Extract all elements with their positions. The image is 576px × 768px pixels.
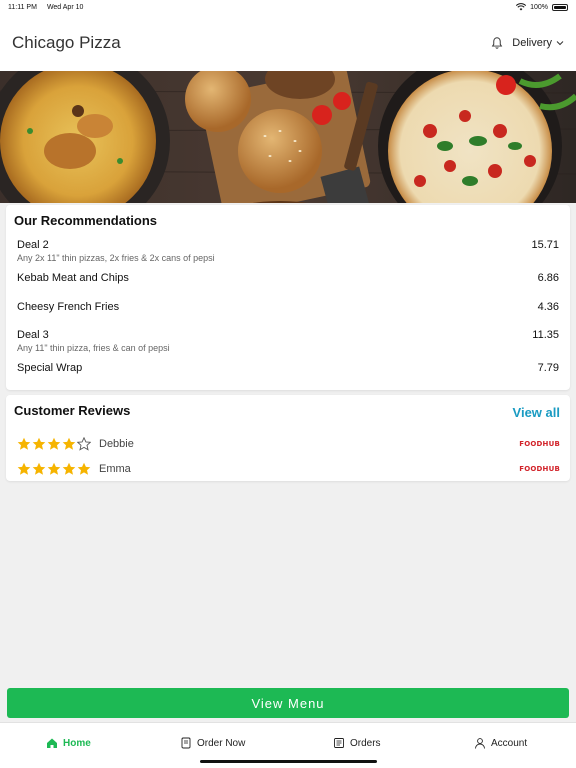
nav-account[interactable]: Account: [474, 737, 527, 749]
app-header: Chicago Pizza Delivery: [0, 14, 576, 71]
battery-percent: 100%: [530, 3, 548, 11]
reviews-title: Customer Reviews: [14, 403, 131, 418]
battery-icon: [552, 3, 568, 11]
recommendations-card: Our Recommendations Deal 2 Any 2x 11" th…: [6, 205, 570, 390]
item-description: Any 2x 11" thin pizzas, 2x fries & 2x ca…: [17, 253, 215, 263]
reviewer-name: Debbie: [99, 438, 134, 450]
list-item[interactable]: Cheesy French Fries 4.36: [17, 301, 559, 313]
wifi-icon: [516, 3, 527, 11]
item-price: 6.86: [537, 272, 559, 284]
receipt-icon: [334, 738, 344, 748]
star-empty-icon: [77, 437, 91, 451]
item-name: Deal 3: [17, 329, 49, 341]
star-rating: [17, 437, 91, 451]
view-menu-button[interactable]: View Menu: [7, 688, 569, 718]
star-filled-icon: [17, 437, 31, 450]
order-icon: [181, 737, 191, 749]
nav-order-now-label: Order Now: [197, 737, 246, 749]
home-indicator[interactable]: [200, 760, 377, 763]
item-name: Kebab Meat and Chips: [17, 272, 129, 284]
item-name: Cheesy French Fries: [17, 301, 120, 313]
item-price: 7.79: [537, 362, 559, 374]
list-item[interactable]: Deal 2 Any 2x 11" thin pizzas, 2x fries …: [17, 239, 559, 263]
item-description: Any 11" thin pizza, fries & can of pepsi: [17, 343, 170, 353]
review-row[interactable]: Emma FOODHUB: [17, 461, 560, 477]
bell-icon[interactable]: [490, 36, 504, 50]
item-price: 15.71: [531, 239, 559, 251]
nav-account-label: Account: [491, 737, 528, 749]
nav-orders[interactable]: Orders: [333, 737, 381, 749]
status-left: 11:11 PM Wed Apr 10: [8, 4, 83, 11]
item-name: Deal 2: [17, 239, 49, 251]
list-item[interactable]: Special Wrap 7.79: [17, 362, 559, 374]
nav-home[interactable]: Home: [46, 737, 91, 749]
delivery-label: Delivery: [512, 36, 552, 49]
status-bar: 11:11 PM Wed Apr 10 100%: [0, 0, 576, 14]
star-rating: [17, 462, 91, 476]
star-filled-icon: [17, 462, 31, 475]
customer-reviews-card: Customer Reviews View all Debbie FOODHUB…: [6, 395, 570, 481]
battery-level: [554, 5, 566, 9]
star-filled-icon: [62, 437, 76, 450]
list-item[interactable]: Deal 3 Any 11" thin pizza, fries & can o…: [17, 329, 559, 353]
home-icon: [47, 738, 57, 748]
star-filled-icon: [32, 462, 46, 475]
item-name: Special Wrap: [17, 362, 83, 374]
review-row[interactable]: Debbie FOODHUB: [17, 436, 560, 452]
foodhub-logo: FOODHUB: [519, 440, 560, 448]
list-item[interactable]: Kebab Meat and Chips 6.86: [17, 272, 559, 284]
delivery-dropdown[interactable]: Delivery: [512, 37, 564, 49]
page-title: Chicago Pizza: [12, 32, 121, 52]
nav-home-label: Home: [63, 737, 91, 749]
star-filled-icon: [77, 462, 91, 475]
hero-banner-image: [0, 71, 576, 203]
status-right: 100%: [516, 3, 568, 11]
view-all-link[interactable]: View all: [513, 405, 560, 420]
star-filled-icon: [32, 437, 46, 450]
nav-order-now[interactable]: Order Now: [180, 737, 245, 749]
item-price: 4.36: [537, 301, 559, 313]
item-price: 11.35: [532, 329, 559, 341]
status-date: Wed Apr 10: [46, 3, 84, 11]
star-filled-icon: [47, 437, 61, 450]
reviewer-name: Emma: [99, 463, 131, 475]
recommendations-title: Our Recommendations: [14, 213, 158, 228]
chevron-down-icon: [556, 40, 564, 45]
user-icon: [475, 738, 485, 749]
header-actions: Delivery: [490, 36, 564, 50]
status-time: 11:11 PM: [8, 3, 37, 11]
star-filled-icon: [62, 462, 76, 475]
star-filled-icon: [47, 462, 61, 475]
foodhub-logo: FOODHUB: [519, 465, 560, 473]
nav-orders-label: Orders: [350, 737, 381, 749]
